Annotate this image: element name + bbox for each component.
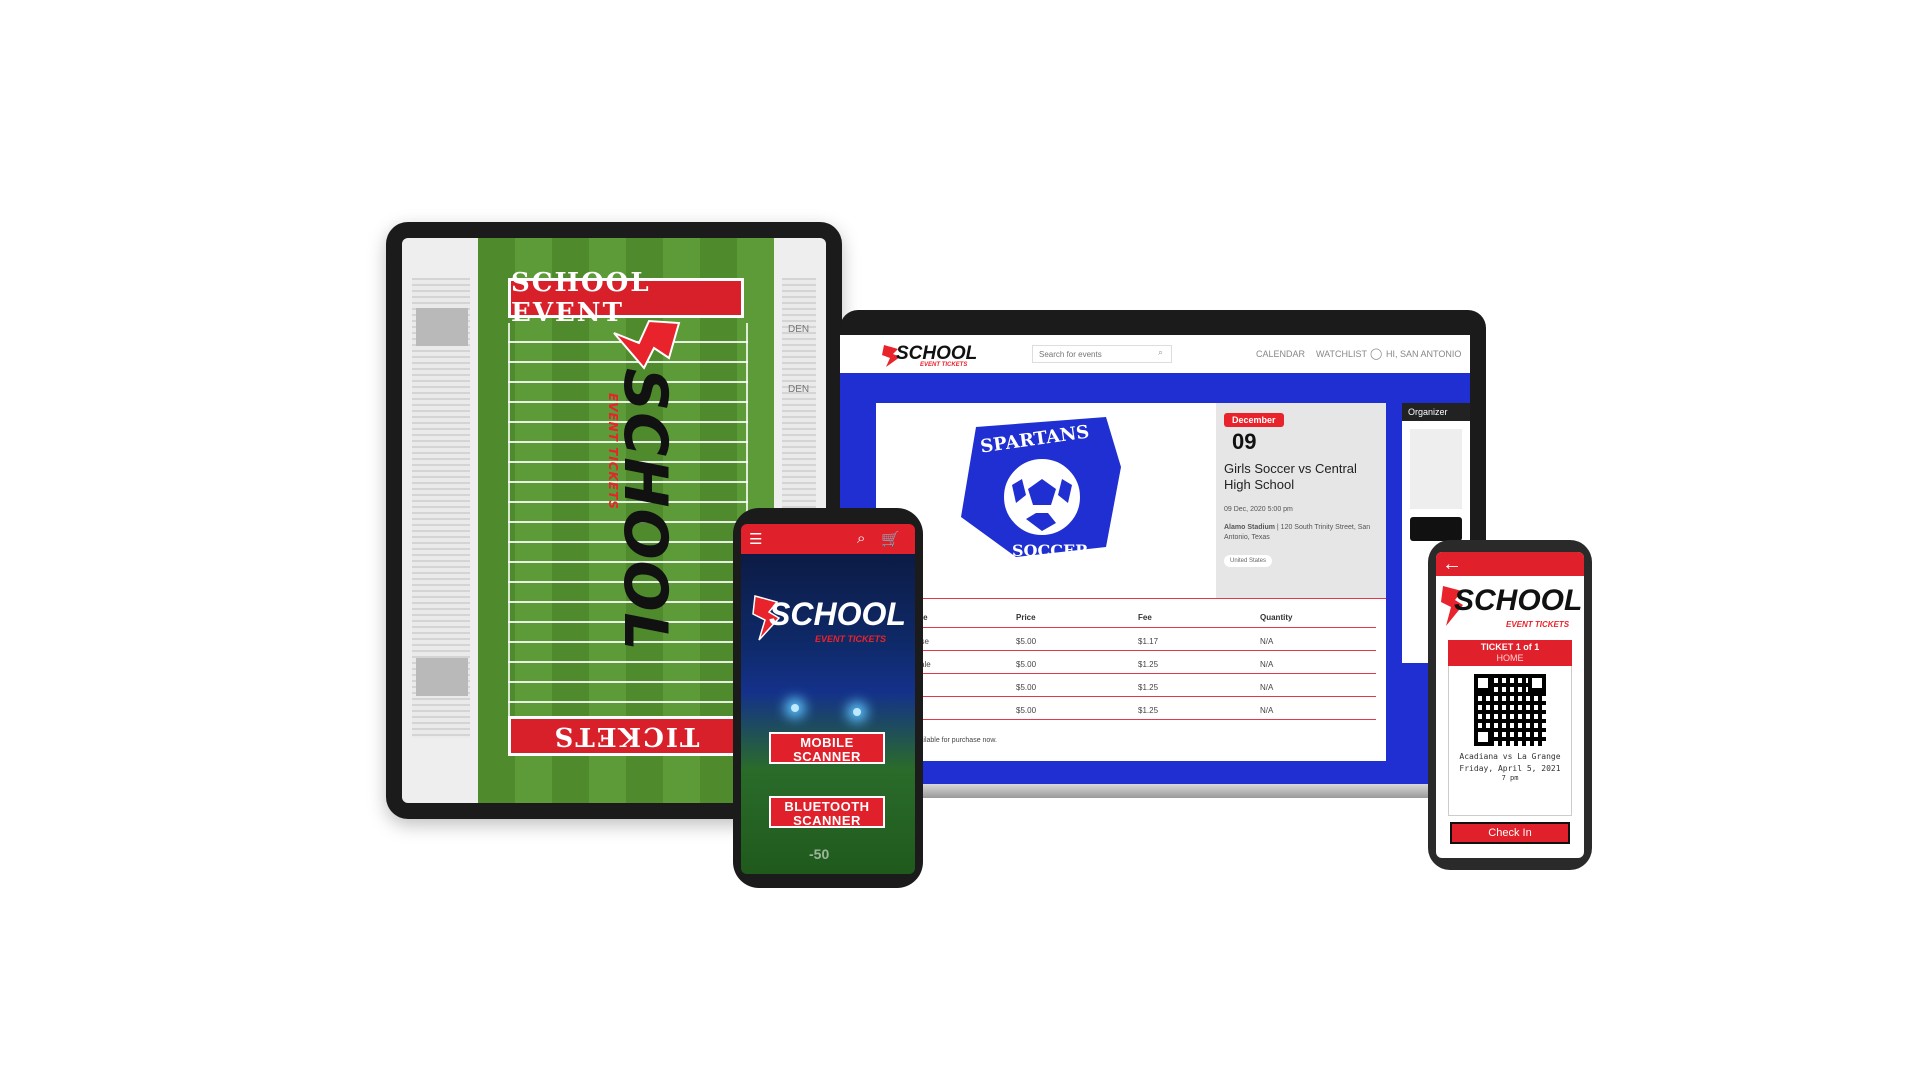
stadium-light [853,708,861,716]
col-header-fee: Fee [1138,613,1152,622]
organizer-logo[interactable] [1410,429,1462,509]
qr-finder [1474,728,1492,746]
nav-account[interactable]: HI, SAN ANTONIO [1386,349,1461,359]
table-cell: $1.25 [1138,683,1159,692]
endzone-top: SCHOOL EVENT [508,268,744,328]
ticket-time: 7 pm [1501,774,1519,782]
event-datetime: 09 Dec, 2020 5:00 pm [1224,506,1293,513]
logo-subtext: EVENT TICKETS [920,362,968,368]
logo-text: SCHOOL [769,596,906,632]
logo-swoosh-icon [613,319,681,370]
country-chip: United States [1224,555,1273,567]
football-field-map[interactable]: SCHOOL EVENT TICKETS SCHOOL EVENT TICKET… [478,238,774,803]
table-cell: $1.17 [1138,637,1159,646]
table-cell: $1.25 [1138,660,1159,669]
nav-watchlist[interactable]: WATCHLIST [1316,349,1367,359]
qr-code [1474,674,1546,746]
laptop-device: SCHOOL EVENT TICKETS ⌕ CALENDAR WATCHLIS… [840,310,1486,790]
ticket-game: Acadiana vs La Grange [1459,752,1561,761]
endzone-bottom: TICKETS [508,716,744,756]
organizer-button[interactable] [1410,517,1462,541]
table-cell: $5.00 [1016,660,1037,669]
search-input[interactable] [1032,345,1172,363]
phone-scanner-screen: ☰ ⌕ 🛒 SCHOOL EVENT TICKETS MOBILE SCANNE… [741,524,915,874]
table-cell: N/A [1260,683,1274,692]
event-location: Alamo Stadium | 120 South Trinity Street… [1224,523,1380,543]
table-cell: $5.00 [1016,683,1037,692]
phone-ticket-device: ← SCHOOL EVENT TICKETS TICKET 1 of 1 HOM… [1428,540,1592,870]
field-logo: SCHOOL EVENT TICKETS [604,319,684,653]
ticket-banner: TICKET 1 of 1 HOME [1448,640,1572,666]
month-tag: December [1224,413,1284,427]
laptop-screen: SCHOOL EVENT TICKETS ⌕ CALENDAR WATCHLIS… [840,335,1470,790]
side-label: DEN [788,324,810,335]
table-cell: $5.00 [1016,637,1037,646]
yard-marker: -50 [809,846,830,862]
search-icon[interactable]: ⌕ [1158,347,1163,358]
nav-calendar[interactable]: CALENDAR [1256,349,1305,359]
qr-finder [1528,674,1546,692]
ticket-date: Friday, April 5, 2021 [1459,764,1561,773]
menu-icon[interactable]: ☰ [749,530,762,548]
event-page-body: SPARTANS SOCCER December 09 Girls Soccer… [840,373,1470,790]
availability-note: vailable for purchase now. [916,737,997,744]
organizer-label: Organizer [1402,403,1470,421]
qr-finder [1474,674,1492,692]
divider [916,696,1376,697]
divider [876,598,1386,599]
user-icon: ◯ [1370,348,1383,360]
team-logo: SPARTANS SOCCER [956,407,1126,563]
table-cell: $1.25 [1138,706,1159,715]
mobile-scanner-button[interactable]: MOBILE SCANNER [769,732,885,764]
app-header: ☰ ⌕ 🛒 [741,524,915,554]
event-day: 09 [1232,429,1257,454]
divider [916,650,1376,651]
divider [916,719,1376,720]
col-header-price: Price [1016,613,1036,622]
section-block[interactable] [416,308,468,346]
table-cell: N/A [1260,706,1274,715]
event-card: SPARTANS SOCCER December 09 Girls Soccer… [876,403,1386,761]
logo-text: SCHOOL [610,368,680,652]
stadium-light [791,704,799,712]
logo-subtext: EVENT TICKETS [815,634,887,644]
divider [916,673,1376,674]
section-block[interactable] [416,658,468,696]
ticket-type: HOME [1496,653,1524,663]
phone-scanner-device: ☰ ⌕ 🛒 SCHOOL EVENT TICKETS MOBILE SCANNE… [733,508,923,888]
cart-icon[interactable]: 🛒 [881,530,900,548]
ticket-header: ← [1436,552,1584,576]
table-cell: N/A [1260,637,1274,646]
logo-subtext: EVENT TICKETS [606,393,620,510]
site-logo[interactable]: SCHOOL EVENT TICKETS [880,341,1020,369]
back-arrow-icon[interactable]: ← [1442,552,1462,576]
ticket-logo: SCHOOL EVENT TICKETS [1440,582,1583,634]
bluetooth-scanner-button[interactable]: BLUETOOTH SCANNER [769,796,885,828]
table-cell: $5.00 [1016,706,1037,715]
ticket-count: TICKET 1 of 1 [1480,642,1540,652]
col-header-quantity: Quantity [1260,613,1293,622]
team-sub: SOCCER [1012,541,1089,560]
side-label: DEN [788,384,810,395]
logo-subtext: EVENT TICKETS [1506,620,1570,629]
venue-name: Alamo Stadium [1224,524,1275,531]
divider [916,627,1376,628]
app-logo: SCHOOL EVENT TICKETS [751,594,911,654]
logo-text: SCHOOL [1454,584,1583,617]
table-cell: N/A [1260,660,1274,669]
phone-ticket-screen: ← SCHOOL EVENT TICKETS TICKET 1 of 1 HOM… [1436,552,1584,858]
event-title: Girls Soccer vs Central High School [1224,461,1357,492]
event-date-block: December 09 Girls Soccer vs Central High… [1216,403,1386,598]
search-icon[interactable]: ⌕ [857,530,865,547]
check-in-button[interactable]: Check In [1450,822,1570,844]
site-header: SCHOOL EVENT TICKETS ⌕ CALENDAR WATCHLIS… [840,335,1470,374]
